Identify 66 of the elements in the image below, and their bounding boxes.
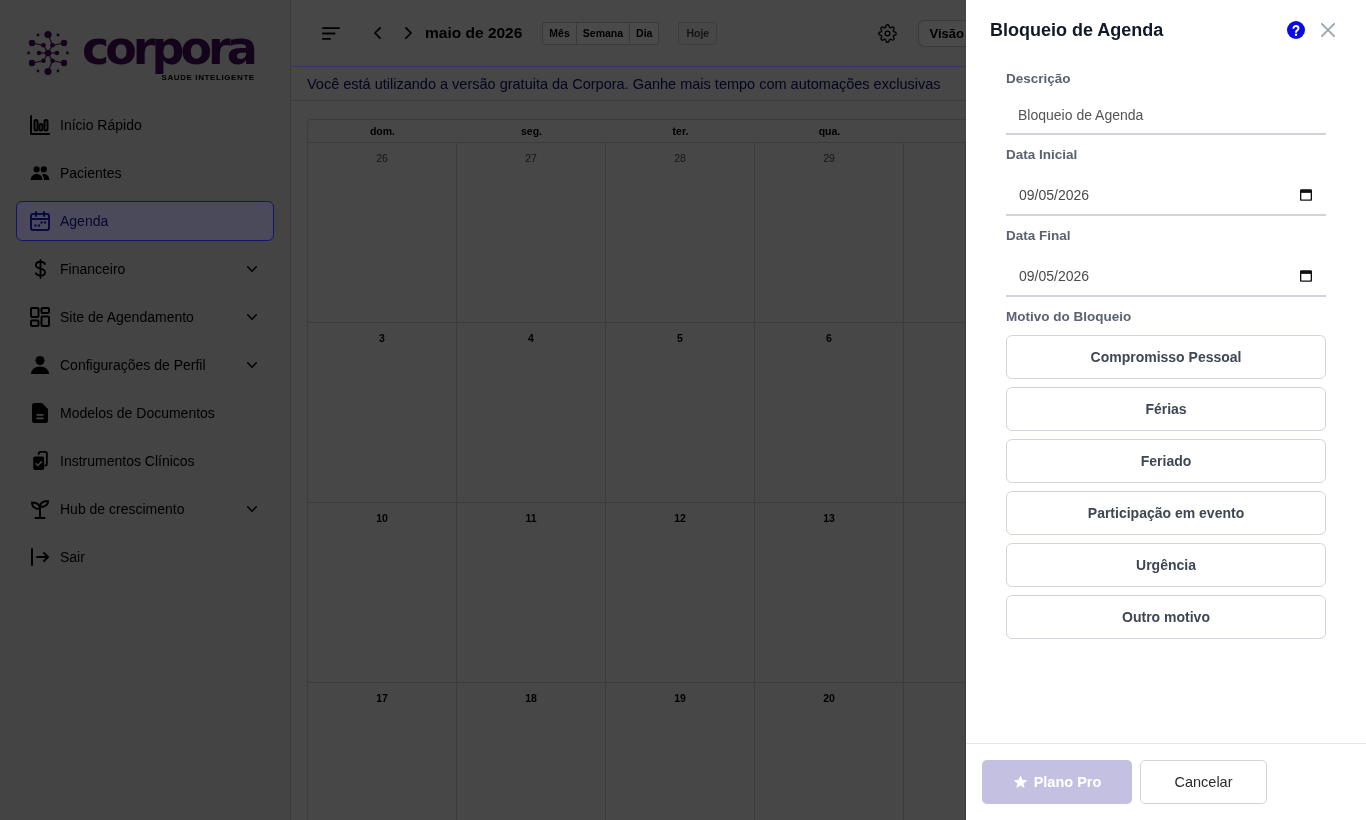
reason-option[interactable]: Participação em evento [1006, 491, 1326, 535]
menu-icon[interactable] [322, 26, 340, 40]
day-number: 18 [525, 692, 537, 704]
sprout-icon [31, 499, 49, 519]
calendar-icon[interactable] [1300, 189, 1312, 201]
weekday-label: seg. [521, 125, 542, 137]
close-icon[interactable] [1321, 23, 1335, 37]
weekday-label: dom. [369, 125, 396, 137]
sidebar-item[interactable]: Início Rápido [16, 105, 274, 145]
reason-option[interactable]: Urgência [1006, 543, 1326, 587]
reason-option[interactable]: Compromisso Pessoal [1006, 335, 1326, 379]
sidebar-item[interactable]: Sair [16, 537, 274, 577]
day-number: 17 [376, 692, 388, 704]
logout-icon [31, 548, 49, 566]
sidebar-item[interactable]: Financeiro [16, 249, 274, 289]
panel-title: Bloqueio de Agenda [990, 19, 1165, 41]
dashboard-icon [30, 307, 50, 327]
sidebar-item[interactable]: Agenda [16, 201, 274, 241]
weekday-label: ter. [672, 125, 689, 137]
day-number: 11 [525, 512, 537, 524]
bar-chart-icon [30, 115, 50, 135]
field-label: Data Inicial [1006, 146, 1079, 164]
help-icon[interactable] [1287, 21, 1305, 39]
logo-wordmark: corpora [82, 22, 256, 74]
field-label: Descrição [1006, 70, 1072, 88]
view-menu-button[interactable]: Visão [917, 19, 966, 47]
person-icon [31, 356, 49, 374]
field-label: Motivo do Bloqueio [1006, 308, 1133, 326]
day-number: 4 [528, 332, 534, 344]
view-button[interactable]: Semana [575, 21, 631, 45]
view-button[interactable]: Dia [629, 21, 660, 45]
field-label: Data Final [1006, 227, 1072, 245]
calendar-icon [30, 211, 50, 231]
logo-tagline: SAUDE INTELIGENTE [161, 73, 255, 83]
day-number: 12 [674, 512, 686, 524]
sidebar-item[interactable]: Configurações de Perfil [16, 345, 274, 385]
calendar-icon[interactable] [1300, 270, 1312, 282]
document-icon [32, 403, 48, 423]
weekday-label: qua. [818, 125, 841, 137]
sidebar-item[interactable]: Instrumentos Clínicos [16, 441, 274, 481]
day-number: 3 [379, 332, 385, 344]
clipboard-check-icon [31, 451, 49, 471]
reason-option[interactable]: Férias [1006, 387, 1326, 431]
reason-option[interactable]: Feriado [1006, 439, 1326, 483]
sidebar-item[interactable]: Modelos de Documentos [16, 393, 274, 433]
day-number: 13 [823, 512, 835, 524]
day-number: 19 [674, 692, 686, 704]
cancel-button[interactable]: Cancelar [1140, 760, 1267, 804]
reason-option[interactable]: Outro motivo [1006, 595, 1326, 639]
sidebar-item[interactable]: Hub de crescimento [16, 489, 274, 529]
people-icon [30, 166, 50, 180]
day-number: 5 [677, 332, 683, 344]
day-number: 6 [826, 332, 832, 344]
chevron-right-icon [404, 27, 412, 39]
dollar-icon [33, 259, 47, 279]
sidebar-item[interactable]: Pacientes [16, 153, 274, 193]
chevron-left-icon [373, 27, 381, 39]
star-icon [1012, 775, 1028, 789]
day-number: 20 [823, 692, 835, 704]
day-number: 10 [376, 512, 388, 524]
logo-icon [27, 29, 69, 76]
sidebar-item[interactable]: Site de Agendamento [16, 297, 274, 337]
period-title: maio de 2026 [425, 24, 523, 42]
settings-icon[interactable] [877, 23, 897, 43]
banner-text: Você está utilizando a versão gratuita da Corpora. Ganhe mais tempo com automações exclusivas [307, 75, 941, 92]
view-button[interactable]: Mês [542, 21, 577, 45]
